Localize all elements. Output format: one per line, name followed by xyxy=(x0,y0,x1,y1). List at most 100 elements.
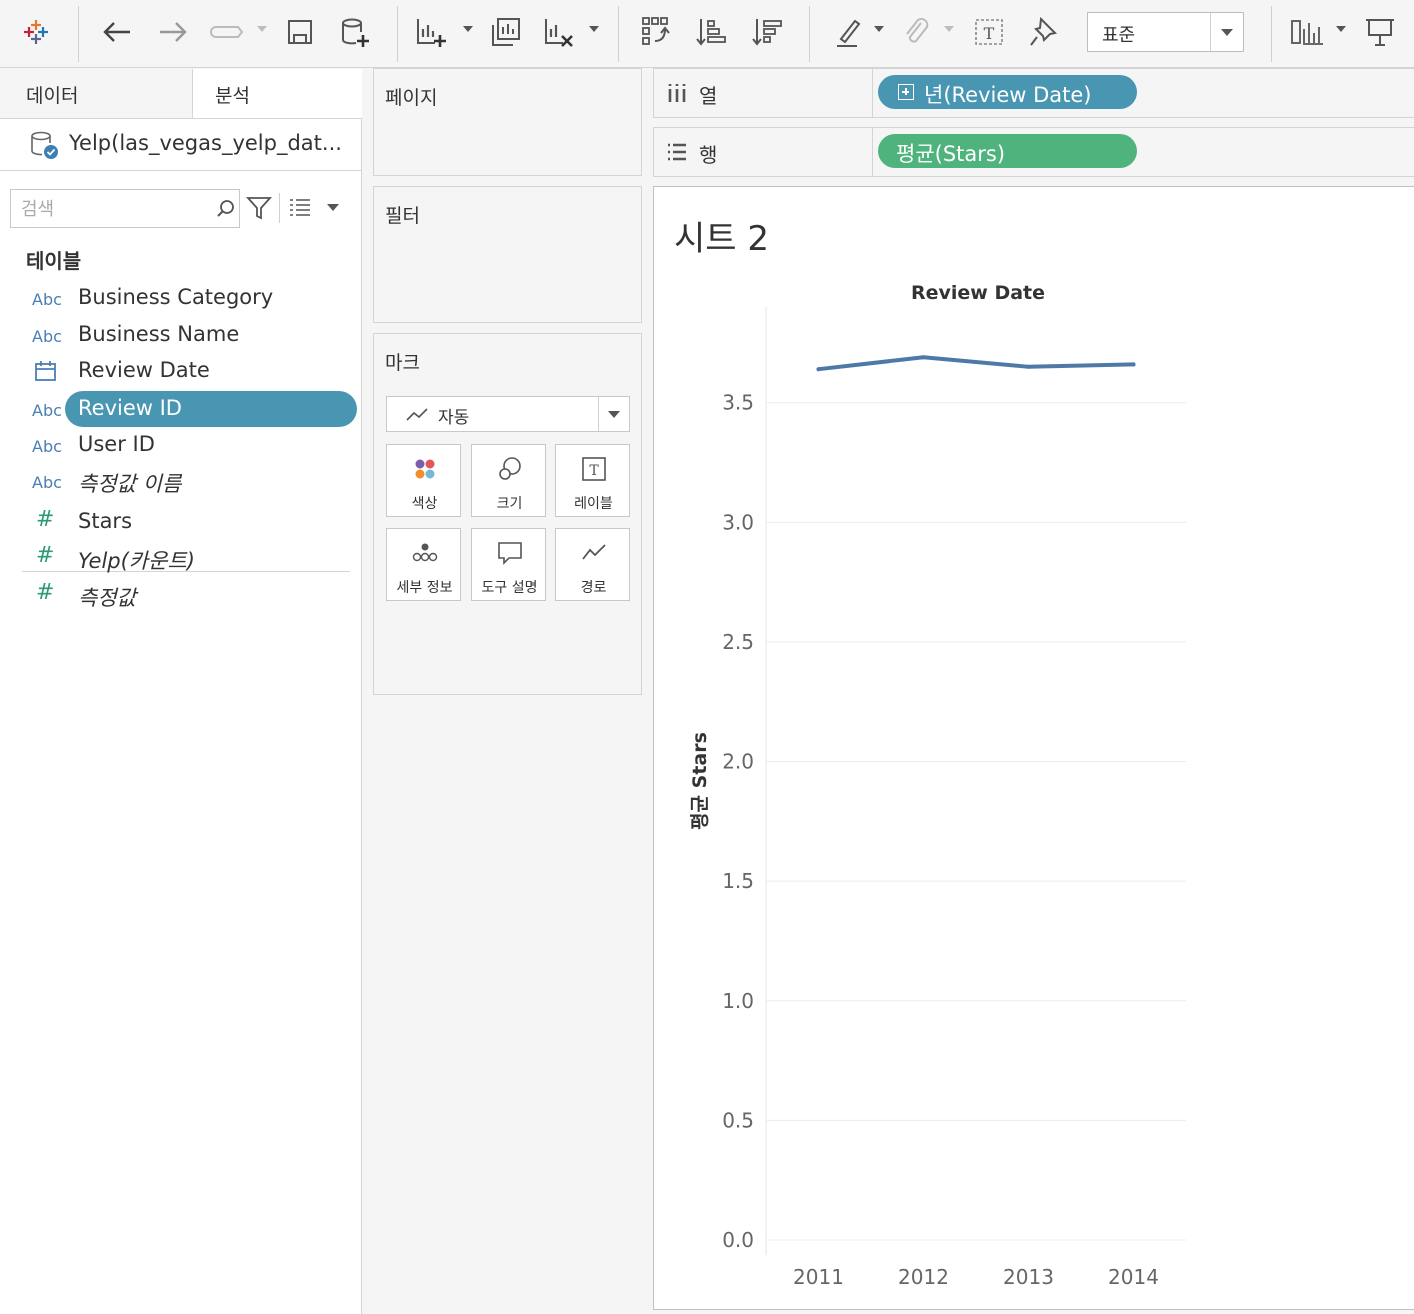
marks-label-label: 레이블 xyxy=(574,496,613,512)
mark-type-select[interactable]: 자동 xyxy=(386,396,630,432)
expand-icon[interactable] xyxy=(898,84,914,100)
columns-icon xyxy=(668,84,686,102)
undo-icon[interactable] xyxy=(97,12,137,52)
series-line[interactable] xyxy=(816,355,1136,372)
columns-pill[interactable]: 년(Review Date) xyxy=(878,75,1137,109)
field-stars[interactable]: # Stars xyxy=(0,504,361,540)
pages-card[interactable]: 페이지 xyxy=(373,68,642,176)
filter-icon[interactable] xyxy=(246,195,272,221)
y-tick-label: 2.5 xyxy=(722,630,754,654)
replay-dropdown-icon[interactable] xyxy=(257,26,267,32)
label-icon: T xyxy=(580,455,608,483)
y-axis-title: 평균 Stars xyxy=(689,732,711,830)
search-box[interactable] xyxy=(10,189,240,228)
number-type-icon: # xyxy=(36,507,55,532)
redo-icon[interactable] xyxy=(153,12,193,52)
marks-tooltip-button[interactable]: 도구 설명 xyxy=(471,528,546,601)
filters-card[interactable]: 필터 xyxy=(373,186,642,323)
new-datasource-icon[interactable] xyxy=(334,12,374,52)
tooltip-icon xyxy=(496,539,524,567)
presentation-icon[interactable] xyxy=(1360,12,1400,52)
sort-ascending-icon[interactable] xyxy=(692,12,732,52)
rows-shelf-label: 행 xyxy=(699,143,718,167)
replay-icon[interactable] xyxy=(206,12,246,52)
fit-select[interactable]: 표준 xyxy=(1087,12,1244,52)
field-label: Stars xyxy=(78,509,133,533)
datasource-icon xyxy=(31,131,58,159)
size-icon xyxy=(496,455,524,483)
save-icon[interactable] xyxy=(280,12,320,52)
chevron-down-icon[interactable] xyxy=(327,204,339,211)
field-label: Business Category xyxy=(78,285,274,309)
number-type-icon: # xyxy=(36,543,55,568)
y-axis-ticks: 0.0 0.5 1.0 1.5 2.0 2.5 3.0 3.5 xyxy=(722,391,754,1252)
field-business-category[interactable]: Abc Business Category xyxy=(0,280,361,316)
show-me-icon[interactable] xyxy=(1288,12,1328,52)
string-type-icon: Abc xyxy=(32,473,62,492)
data-point[interactable] xyxy=(816,367,821,372)
columns-shelf-label: 열 xyxy=(699,84,718,108)
swap-rows-columns-icon[interactable] xyxy=(636,12,676,52)
tab-data[interactable]: 데이터 xyxy=(0,69,192,119)
string-type-icon: Abc xyxy=(32,437,62,456)
marks-color-button[interactable]: 색상 xyxy=(386,444,461,517)
x-tick-label: 2014 xyxy=(1108,1265,1159,1289)
y-tick-label: 3.5 xyxy=(722,391,754,415)
rows-icon xyxy=(668,143,686,161)
field-business-name[interactable]: Abc Business Name xyxy=(0,317,361,353)
calendar-icon xyxy=(35,361,56,381)
sort-descending-icon[interactable] xyxy=(748,12,788,52)
filters-card-title: 필터 xyxy=(385,205,420,227)
marks-size-label: 크기 xyxy=(496,496,523,512)
clear-sheet-icon[interactable] xyxy=(538,12,578,52)
datasource-item[interactable]: Yelp(las_vegas_yelp_dat... xyxy=(0,119,361,171)
field-user-id[interactable]: Abc User ID xyxy=(0,427,361,463)
tableau-logo-icon[interactable] xyxy=(16,12,56,52)
rows-pill[interactable]: 평균(Stars) xyxy=(878,134,1137,168)
marks-size-button[interactable]: 크기 xyxy=(471,444,546,517)
group-icon[interactable] xyxy=(896,12,936,52)
number-type-icon: # xyxy=(36,580,55,605)
marks-tooltip-label: 도구 설명 xyxy=(481,580,538,596)
field-label: Business Name xyxy=(78,322,240,346)
svg-text:T: T xyxy=(984,24,995,43)
tab-analysis-label: 분석 xyxy=(215,85,250,107)
data-point[interactable] xyxy=(921,355,926,360)
marks-path-button[interactable]: 경로 xyxy=(555,528,630,601)
duplicate-sheet-icon[interactable] xyxy=(486,12,526,52)
data-point[interactable] xyxy=(1026,364,1031,369)
data-point[interactable] xyxy=(1131,362,1136,367)
new-worksheet-icon[interactable] xyxy=(410,12,450,52)
field-label: 측정값 xyxy=(78,586,136,610)
rows-shelf[interactable]: 행 평균(Stars) xyxy=(653,127,1414,177)
pin-icon[interactable] xyxy=(1024,12,1064,52)
chevron-down-icon xyxy=(1221,29,1233,36)
y-tick-label: 2.0 xyxy=(722,750,754,774)
string-type-icon: Abc xyxy=(32,401,62,420)
highlight-icon[interactable] xyxy=(828,12,868,52)
field-label: User ID xyxy=(78,432,155,456)
rows-pill-label: 평균(Stars) xyxy=(896,142,1006,166)
line-chart: Review Date 0.0 0.5 1.0 1.5 2.0 2.5 3.0 3.5 201… xyxy=(689,282,1186,1289)
marks-label-button[interactable]: T 레이블 xyxy=(555,444,630,517)
fit-select-value: 표준 xyxy=(1102,25,1136,46)
tab-analysis[interactable]: 분석 xyxy=(192,69,541,119)
y-tick-label: 0.5 xyxy=(722,1108,754,1132)
marks-card: 마크 자동 색상 크기 T 레이블 세부 정보 도구 설명 경로 xyxy=(373,333,642,695)
field-label: Review ID xyxy=(78,396,182,420)
tab-data-label: 데이터 xyxy=(26,85,79,107)
field-review-date[interactable]: Review Date xyxy=(0,353,361,389)
search-icon[interactable] xyxy=(215,198,237,220)
marks-detail-button[interactable]: 세부 정보 xyxy=(386,528,461,601)
list-view-icon[interactable] xyxy=(288,197,312,217)
columns-shelf[interactable]: 열 년(Review Date) xyxy=(653,68,1414,118)
pages-card-title: 페이지 xyxy=(385,87,438,109)
field-measure-names[interactable]: Abc 측정값 이름 xyxy=(0,463,361,499)
field-review-id[interactable]: Abc Review ID xyxy=(0,391,361,427)
data-pane: 데이터 분석 Yelp(las_vegas_yelp_dat... 테이블 Ab… xyxy=(0,69,541,1314)
field-yelp-count[interactable]: # Yelp(카운트) xyxy=(0,540,361,576)
show-labels-icon[interactable]: T xyxy=(969,12,1009,52)
search-input[interactable] xyxy=(21,195,201,223)
field-measure-values[interactable]: # 측정값 xyxy=(0,577,361,613)
x-tick-label: 2011 xyxy=(793,1265,844,1289)
